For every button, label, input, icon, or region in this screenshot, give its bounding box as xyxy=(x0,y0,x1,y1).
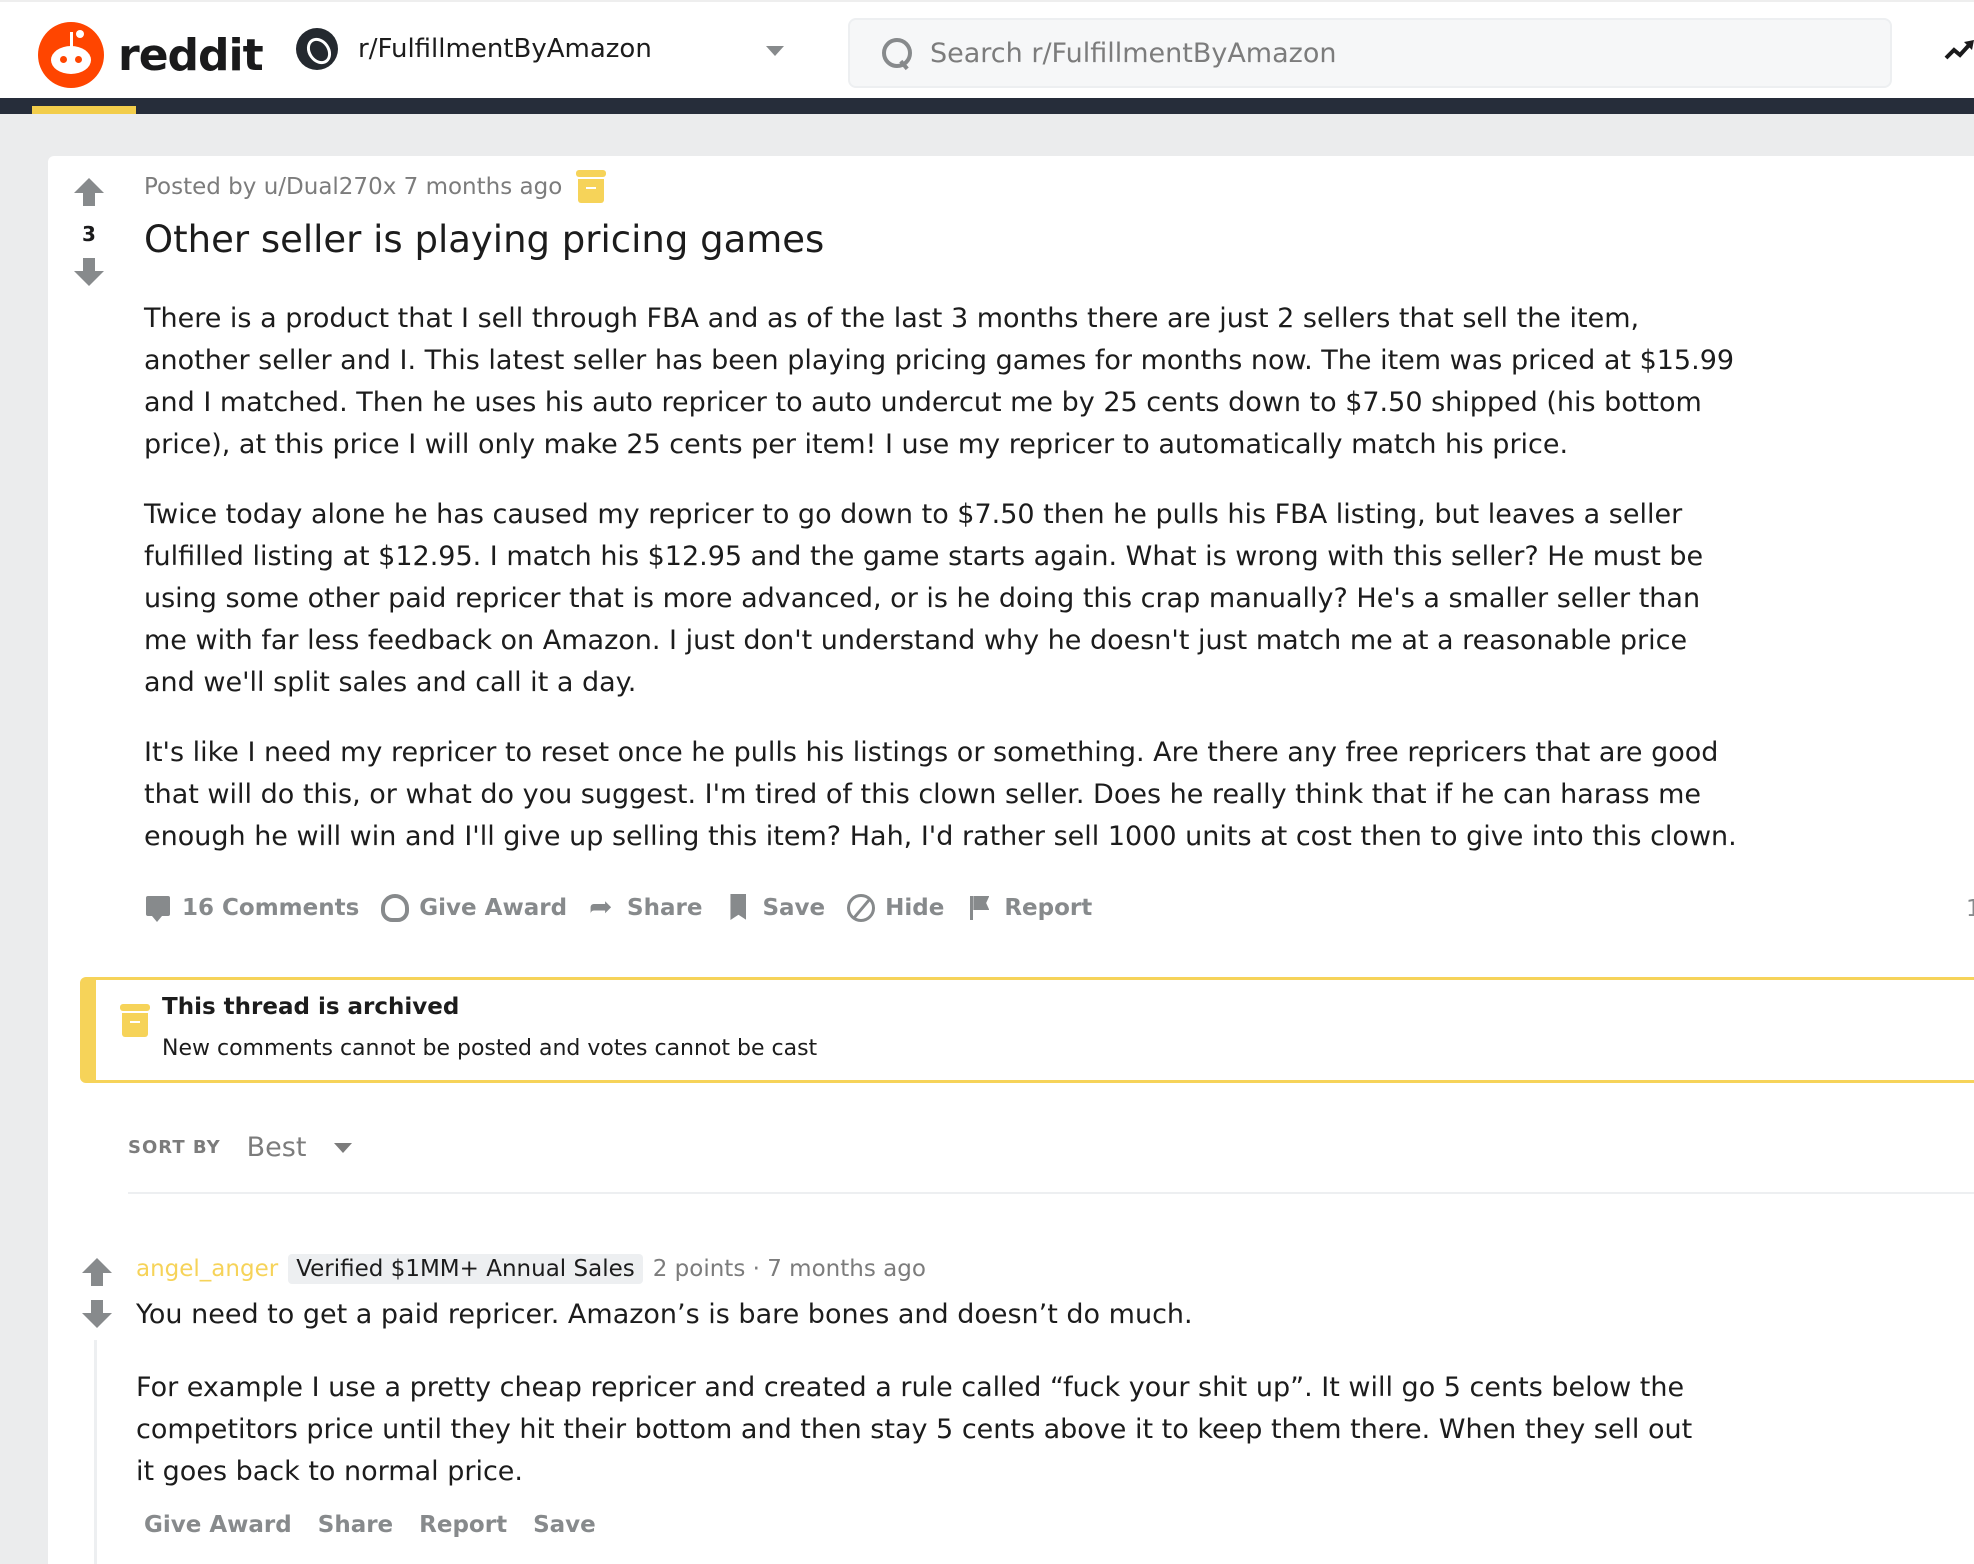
comment-meta: angel_anger Verified $1MM+ Annual Sales … xyxy=(136,1254,926,1284)
post-paragraph: Twice today alone he has caused my repri… xyxy=(144,499,1704,698)
share-button[interactable]: Share xyxy=(589,890,703,923)
nav-active-indicator xyxy=(32,106,136,114)
reddit-logo[interactable]: reddit xyxy=(38,22,264,88)
comment-actions: Give Award Share Report Save xyxy=(144,1512,622,1538)
archive-icon xyxy=(576,170,607,204)
save-button[interactable]: Save xyxy=(724,894,825,922)
give-award-button[interactable]: Give Award xyxy=(381,894,567,922)
snoo-icon xyxy=(38,22,104,88)
report-button[interactable]: Report xyxy=(966,894,1092,922)
comment-paragraph: You need to get a paid repricer. Amazon’… xyxy=(136,1299,1193,1330)
upvote-icon[interactable] xyxy=(74,178,104,208)
downvote-icon[interactable] xyxy=(82,1300,112,1330)
sort-dropdown[interactable]: SORT BY Best xyxy=(128,1132,353,1163)
search-placeholder: Search r/FulfillmentByAmazon xyxy=(930,37,1337,69)
logo-wordmark: reddit xyxy=(118,29,264,81)
post-title[interactable]: Other seller is playing pricing games xyxy=(144,218,824,261)
share-icon xyxy=(589,890,617,923)
comment-author[interactable]: angel_anger xyxy=(136,1256,278,1282)
upvote-icon[interactable] xyxy=(82,1258,112,1288)
sort-value: Best xyxy=(246,1132,307,1163)
archived-title: This thread is archived xyxy=(162,994,460,1020)
post-vote-column: 3 xyxy=(74,178,104,288)
award-icon xyxy=(381,894,410,922)
top-header: reddit r/FulfillmentByAmazon Search r/Fu… xyxy=(0,0,1974,98)
save-label: Save xyxy=(762,895,826,921)
comments-button[interactable]: 16 Comments xyxy=(144,894,359,922)
subreddit-name: r/FulfillmentByAmazon xyxy=(358,34,652,64)
archive-icon xyxy=(120,1004,150,1038)
subreddit-switcher[interactable]: r/FulfillmentByAmazon xyxy=(296,28,796,70)
thread-line[interactable] xyxy=(94,1340,97,1564)
chevron-down-icon xyxy=(334,1142,353,1153)
share-label: Share xyxy=(627,895,703,921)
hide-icon xyxy=(847,894,876,922)
award-label: Give Award xyxy=(419,895,568,921)
search-icon xyxy=(882,38,912,68)
sort-label: SORT BY xyxy=(128,1137,221,1158)
nav-bar xyxy=(0,98,1974,114)
report-label: Report xyxy=(1004,895,1093,921)
comment-paragraph: For example I use a pretty cheap reprice… xyxy=(136,1372,1693,1487)
subreddit-icon xyxy=(296,28,338,70)
comment-body: You need to get a paid repricer. Amazon’… xyxy=(136,1294,1696,1524)
upvote-ratio: 1 xyxy=(1966,896,1974,922)
chevron-down-icon[interactable] xyxy=(766,46,784,56)
comments-label: 16 Comments xyxy=(182,895,360,921)
user-flair: Verified $1MM+ Annual Sales xyxy=(288,1254,643,1284)
trending-icon[interactable] xyxy=(1944,40,1974,62)
archived-subtitle: New comments cannot be posted and votes … xyxy=(162,1036,818,1061)
vote-count: 3 xyxy=(82,222,96,246)
bookmark-icon xyxy=(724,894,752,922)
comment-give-award-button[interactable]: Give Award xyxy=(144,1512,292,1538)
post-actions: 16 Comments Give Award Share Save Hide R… xyxy=(144,890,1114,923)
post-meta-text: Posted by u/Dual270x 7 months ago xyxy=(144,174,563,200)
hide-button[interactable]: Hide xyxy=(847,894,944,922)
hide-label: Hide xyxy=(885,895,945,921)
post-body: There is a product that I sell through F… xyxy=(144,298,1744,886)
comment-points: 2 points · 7 months ago xyxy=(652,1256,926,1282)
post-paragraph: There is a product that I sell through F… xyxy=(144,303,1735,460)
downvote-icon[interactable] xyxy=(74,258,104,288)
comment-share-button[interactable]: Share xyxy=(318,1512,393,1538)
comment-vote-column xyxy=(82,1258,112,1330)
comment-icon xyxy=(144,894,172,922)
archived-banner: This thread is archived New comments can… xyxy=(80,977,1974,1083)
search-input[interactable]: Search r/FulfillmentByAmazon xyxy=(848,18,1892,88)
post-meta: Posted by u/Dual270x 7 months ago xyxy=(144,170,607,204)
comment-save-button[interactable]: Save xyxy=(533,1512,596,1538)
flag-icon xyxy=(966,894,994,922)
post-paragraph: It's like I need my repricer to reset on… xyxy=(144,737,1737,852)
divider xyxy=(128,1192,1974,1194)
comment-report-button[interactable]: Report xyxy=(419,1512,507,1538)
